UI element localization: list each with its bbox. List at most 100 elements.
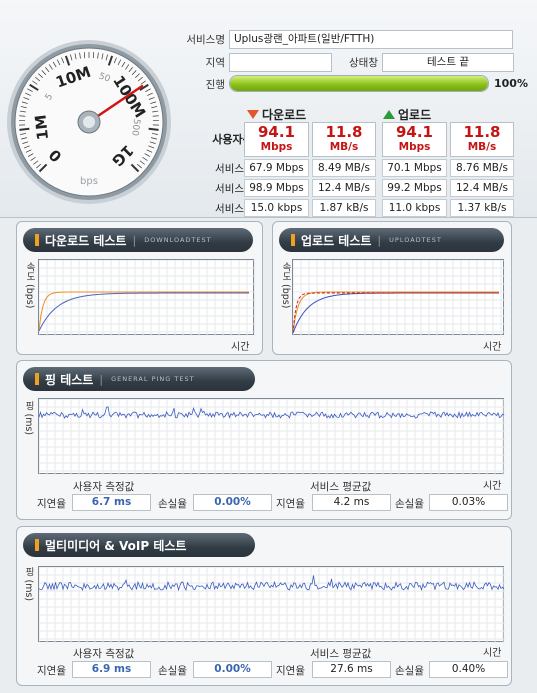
region-row: 지역 <box>176 52 332 72</box>
title-accent-icon <box>35 373 39 385</box>
gauge-hub-cap <box>83 116 95 128</box>
gauge-tick-label: 500 <box>129 118 141 136</box>
download-user-mbps-value: 94.1 <box>257 123 295 141</box>
unit-mbs: MB/s <box>467 141 497 153</box>
ping-user-latency: 6.7 ms <box>72 494 151 511</box>
download-test-panel: 다운로드 테스트 | DOWNLOADTEST 속도 (bps) 시간 <box>16 221 263 355</box>
title-separator: | <box>99 372 104 386</box>
ping-user-title: 사용자 측정값 <box>73 481 135 493</box>
upload-user-mbs: 11.8 MB/s <box>450 122 514 157</box>
ping-service-loss: 0.03% <box>429 494 508 511</box>
voip-test-panel: 멀티미디어 & VoIP 테스트 핑 (ms) 시간 사용자 측정값 서비스 평… <box>16 526 512 686</box>
download-x-axis-label: 시간 <box>231 342 250 353</box>
progress-row: 진행 <box>176 74 225 94</box>
voip-x-axis-label: 시간 <box>483 648 502 659</box>
top-summary-section: 0 1M 5 10M 50 100M 500 1G bps 서비스명 Uplus광랜_아파트(일… <box>0 0 537 218</box>
download-user-mbs: 11.8 MB/s <box>312 122 376 157</box>
upload-test-subtitle: UPLOADTEST <box>389 236 442 244</box>
min-upload-mbps: 11.0 kbps <box>382 199 447 217</box>
progress-fill <box>230 76 488 91</box>
ping-chart <box>38 398 505 475</box>
upload-user-mbps-value: 94.1 <box>395 123 433 141</box>
voip-y-axis-label: 핑 (ms) <box>23 567 34 602</box>
ping-user-loss-label: 손실율 <box>158 498 187 510</box>
title-separator: | <box>132 233 137 247</box>
download-header-label: 다운로드 <box>262 108 307 122</box>
voip-chart <box>38 566 505 643</box>
upload-test-title-bar: 업로드 테스트 | UPLOADTEST <box>279 228 504 252</box>
download-test-subtitle: DOWNLOADTEST <box>144 236 212 244</box>
max-download-mbs: 12.4 MB/s <box>312 179 376 197</box>
status-label: 상태창 <box>349 56 378 69</box>
avg-download-mbs: 8.49 MB/s <box>312 159 376 177</box>
service-row: 서비스명 Uplus광랜_아파트(일반/FTTH) <box>176 29 513 49</box>
ping-x-axis-label: 시간 <box>483 481 502 492</box>
voip-user-loss: 0.00% <box>193 661 272 678</box>
voip-test-title-bar: 멀티미디어 & VoIP 테스트 <box>23 533 255 557</box>
download-header: 다운로드 <box>247 106 306 123</box>
avg-upload-mbs: 8.76 MB/s <box>450 159 514 177</box>
voip-user-latency: 6.9 ms <box>72 661 151 678</box>
upload-arrow-icon <box>383 110 395 119</box>
download-user-mbps: 94.1 Mbps <box>244 122 309 157</box>
gauge-unit-label: bps <box>80 176 98 187</box>
voip-user-title: 사용자 측정값 <box>73 648 135 660</box>
download-arrow-icon <box>247 110 259 119</box>
upload-test-title: 업로드 테스트 <box>301 233 372 248</box>
title-accent-icon <box>35 539 39 551</box>
upload-test-panel: 업로드 테스트 | UPLOADTEST 속도 (bps) 시간 <box>272 221 512 355</box>
min-download-mbps: 15.0 kbps <box>244 199 309 217</box>
progress-bar <box>229 75 489 92</box>
voip-service-latency: 27.6 ms <box>312 661 391 678</box>
min-download-mbs: 1.87 kB/s <box>312 199 376 217</box>
ping-test-subtitle: GENERAL PING TEST <box>111 375 195 383</box>
upload-user-mbs-value: 11.8 <box>463 123 501 141</box>
voip-service-loss: 0.40% <box>429 661 508 678</box>
ping-service-latency-label: 지연율 <box>276 498 305 510</box>
title-accent-icon <box>35 234 39 246</box>
upload-user-mbps: 94.1 Mbps <box>382 122 447 157</box>
gauge-tick <box>148 127 159 131</box>
status-row: 상태창 테스트 끝 <box>336 52 514 72</box>
download-y-axis-label: 속도 (bps) <box>24 262 35 309</box>
unit-mbps: Mbps <box>398 141 431 153</box>
unit-mbs: MB/s <box>329 141 359 153</box>
download-test-title: 다운로드 테스트 <box>45 233 127 248</box>
download-chart-svg <box>39 260 255 336</box>
speed-gauge: 01M510M 50100M5001Gbps <box>7 40 171 204</box>
ping-user-latency-label: 지연율 <box>37 498 66 510</box>
gauge-tick-label: 1M <box>31 114 52 141</box>
title-separator: | <box>377 233 382 247</box>
region-label: 지역 <box>205 56 225 69</box>
download-test-title-bar: 다운로드 테스트 | DOWNLOADTEST <box>23 228 253 252</box>
max-download-mbps: 98.9 Mbps <box>244 179 309 197</box>
avg-upload-mbps: 70.1 Mbps <box>382 159 447 177</box>
voip-service-latency-label: 지연율 <box>276 665 305 677</box>
download-chart <box>38 259 255 336</box>
ping-test-title: 핑 테스트 <box>45 372 94 387</box>
min-upload-mbs: 1.37 kB/s <box>450 199 514 217</box>
ping-test-title-bar: 핑 테스트 | GENERAL PING TEST <box>23 367 255 391</box>
download-user-mbs-value: 11.8 <box>325 123 363 141</box>
voip-service-title: 서비스 평균값 <box>310 648 372 660</box>
upload-header-label: 업로드 <box>398 108 432 122</box>
service-name-field: Uplus광랜_아파트(일반/FTTH) <box>229 29 513 49</box>
ping-y-axis-label: 핑 (ms) <box>23 401 34 436</box>
unit-mbps: Mbps <box>260 141 293 153</box>
max-upload-mbps: 99.2 Mbps <box>382 179 447 197</box>
progress-percent: 100% <box>494 77 528 90</box>
ping-test-panel: 핑 테스트 | GENERAL PING TEST 핑 (ms) 시간 사용자 … <box>16 360 512 520</box>
region-field <box>229 52 332 72</box>
ping-user-loss: 0.00% <box>193 494 272 511</box>
voip-service-loss-label: 손실율 <box>395 665 424 677</box>
upload-user-line <box>293 292 499 334</box>
ping-service-latency: 4.2 ms <box>312 494 391 511</box>
max-upload-mbs: 12.4 MB/s <box>450 179 514 197</box>
progress-label: 진행 <box>205 78 225 91</box>
title-accent-icon <box>291 234 295 246</box>
ping-service-loss-label: 손실율 <box>395 498 424 510</box>
status-field: 테스트 끝 <box>382 52 514 72</box>
gauge-tick <box>19 127 30 131</box>
avg-download-mbps: 67.9 Mbps <box>244 159 309 177</box>
upload-y-axis-label: 속도 (bps) <box>280 262 291 309</box>
